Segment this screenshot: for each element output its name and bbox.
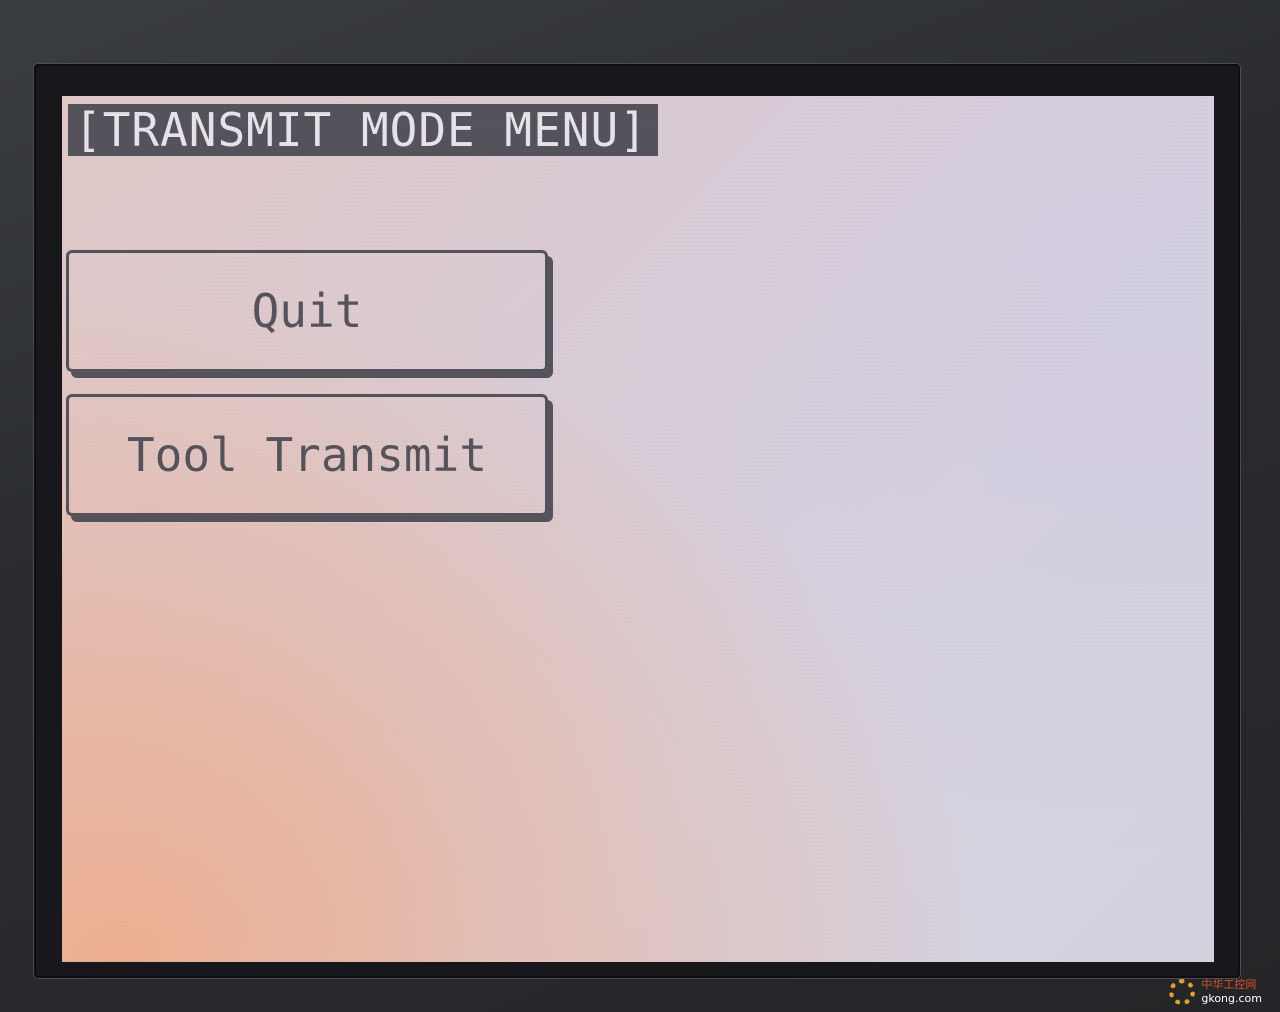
gear-icon bbox=[1169, 979, 1196, 1005]
quit-button[interactable]: Quit bbox=[66, 250, 548, 372]
device-housing: [TRANSMIT MODE MENU] Quit Tool Transmit … bbox=[0, 0, 1280, 1012]
watermark-url: gkong.com bbox=[1201, 992, 1262, 1005]
tool-transmit-button[interactable]: Tool Transmit bbox=[66, 394, 548, 516]
lcd-screen: [TRANSMIT MODE MENU] Quit Tool Transmit bbox=[62, 96, 1214, 962]
page-title: [TRANSMIT MODE MENU] bbox=[68, 104, 658, 156]
watermark: 中华工控网 gkong.com bbox=[1169, 978, 1262, 1006]
watermark-name: 中华工控网 bbox=[1201, 978, 1257, 991]
